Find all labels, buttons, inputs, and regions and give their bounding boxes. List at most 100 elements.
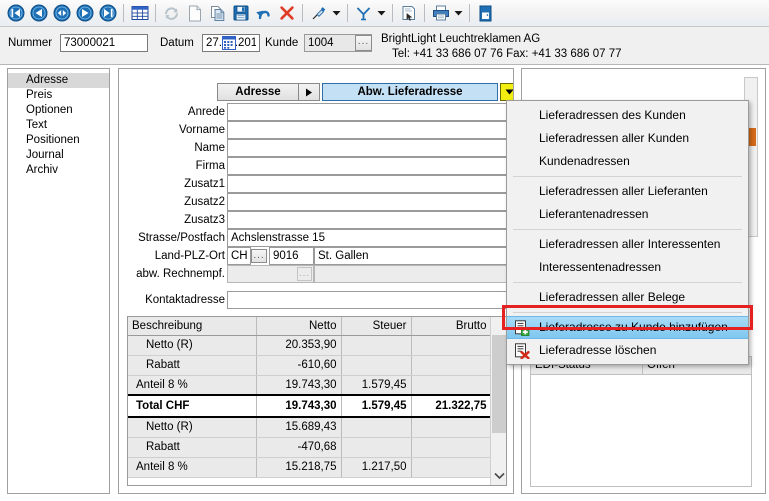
previous-record-button[interactable]	[27, 2, 50, 25]
table-row[interactable]: Anteil 8 % 19.743,30 1.579,45	[128, 375, 492, 396]
nav-prev-icon	[30, 4, 47, 22]
rechnempf-browse-button[interactable]: ...	[297, 267, 312, 281]
last-record-button[interactable]	[96, 2, 119, 25]
column-header-steuer[interactable]: Steuer	[341, 317, 412, 336]
sidebar-item-text[interactable]: Text	[8, 118, 109, 133]
print-dropdown-button[interactable]	[452, 2, 465, 25]
label-strasse-postfach: Strasse/Postfach	[138, 232, 225, 244]
menu-item-kundenadressen[interactable]: Kundenadressen	[507, 150, 748, 173]
input-vorname[interactable]	[227, 121, 507, 139]
first-record-button[interactable]	[4, 2, 27, 25]
exit-button[interactable]	[474, 2, 497, 25]
menu-item-interessentenadressen[interactable]: Interessentenadressen	[507, 256, 748, 279]
cell-beschreibung: Rabatt	[128, 355, 257, 376]
undo-arrow-icon	[256, 10, 270, 20]
table-row-total[interactable]: Total CHF 19.743,30 1.579,45 21.322,75	[128, 394, 492, 418]
nav-both-icon	[53, 4, 70, 22]
menu-item-lieferadressen-aller-lieferanten[interactable]: Lieferadressen aller Lieferanten	[507, 180, 748, 203]
tab-adresse[interactable]: Adresse	[217, 83, 299, 101]
sidebar-item-journal[interactable]: Journal	[8, 148, 109, 163]
list-view-button[interactable]	[128, 2, 151, 25]
filter-dropdown-button[interactable]	[375, 2, 388, 25]
copy-button[interactable]	[206, 2, 229, 25]
column-header-brutto[interactable]: Brutto	[411, 317, 492, 336]
column-header-beschreibung[interactable]: Beschreibung	[128, 317, 257, 336]
calendar-picker-button[interactable]	[222, 36, 236, 50]
pin-icon	[312, 6, 326, 19]
table-row[interactable]: Netto (R) 15.689,43	[128, 417, 492, 438]
sidebar-item-preis[interactable]: Preis	[8, 88, 109, 103]
input-firma[interactable]	[227, 157, 507, 175]
input-land[interactable]	[227, 247, 251, 265]
toggle-record-button[interactable]	[50, 2, 73, 25]
scroll-down-button[interactable]	[491, 467, 506, 485]
nummer-input[interactable]	[60, 34, 148, 52]
chevron-down-icon	[505, 89, 513, 95]
kunde-browse-button[interactable]: ...	[355, 35, 372, 51]
preview-button[interactable]	[397, 2, 420, 25]
next-record-button[interactable]	[73, 2, 96, 25]
input-anrede[interactable]	[227, 103, 507, 121]
input-abw-rechnempf-name[interactable]	[314, 265, 507, 283]
cell-steuer	[341, 355, 412, 376]
sidebar-item-optionen[interactable]: Optionen	[8, 103, 109, 118]
add-address-icon	[514, 319, 530, 336]
delete-button[interactable]	[275, 2, 298, 25]
sidebar-item-adresse[interactable]: Adresse	[8, 73, 109, 88]
input-strasse-postfach[interactable]	[227, 229, 507, 247]
print-button[interactable]	[429, 2, 452, 25]
label-abw-rechnempf: abw. Rechnempf.	[136, 268, 225, 280]
calendar-icon	[222, 36, 236, 50]
nav-next-icon	[76, 4, 93, 22]
pin-button[interactable]	[307, 2, 330, 25]
filter-button[interactable]	[352, 2, 375, 25]
undo-button[interactable]	[252, 2, 275, 25]
input-ort[interactable]	[314, 247, 507, 265]
input-zusatz1[interactable]	[227, 175, 507, 193]
new-button[interactable]	[183, 2, 206, 25]
table-row[interactable]: Rabatt -610,60	[128, 355, 492, 376]
sidebar-item-archiv[interactable]: Archiv	[8, 163, 109, 178]
input-name[interactable]	[227, 139, 507, 157]
cell-beschreibung: Anteil 8 %	[128, 457, 257, 478]
menu-item-lieferadresse-zu-kunde-hinzufuegen[interactable]: Lieferadresse zu Kunde hinzufügen	[507, 316, 748, 339]
table-row[interactable]: Netto (R) 20.353,90	[128, 335, 492, 356]
door-exit-icon	[479, 5, 492, 21]
menu-item-lieferadressen-aller-interessenten[interactable]: Lieferadressen aller Interessenten	[507, 233, 748, 256]
menu-item-lieferadresse-loeschen[interactable]: Lieferadresse löschen	[507, 339, 748, 362]
menu-item-lieferantenadressen[interactable]: Lieferantenadressen	[507, 203, 748, 226]
save-button[interactable]	[229, 2, 252, 25]
input-kontaktadresse[interactable]	[227, 291, 507, 309]
filter-funnel-icon	[356, 6, 371, 20]
label-zusatz2: Zusatz2	[184, 196, 225, 208]
cell-netto: 19.743,30	[256, 375, 342, 396]
menu-separator-3	[513, 282, 742, 283]
column-header-netto[interactable]: Netto	[256, 317, 342, 336]
cell-steuer: 1.217,50	[341, 457, 412, 478]
scrollbar-thumb[interactable]	[492, 335, 506, 433]
nummer-label: Nummer	[8, 37, 53, 49]
land-browse-button[interactable]: ...	[251, 249, 267, 263]
toolbar-separator-7	[469, 4, 470, 22]
input-zusatz2[interactable]	[227, 193, 507, 211]
address-panel: Adresse Abw. Lieferadresse Anrede Vornam…	[118, 68, 514, 494]
pin-dropdown-button[interactable]	[330, 2, 343, 25]
sidebar-item-positionen[interactable]: Positionen	[8, 133, 109, 148]
tab-abw-lieferadresse[interactable]: Abw. Lieferadresse	[322, 83, 498, 101]
input-plz[interactable]	[269, 247, 314, 265]
table-row[interactable]: Rabatt -470,68	[128, 437, 492, 458]
cell-brutto	[411, 355, 492, 376]
tab-next-button[interactable]	[299, 83, 320, 101]
table-row[interactable]: Anteil 8 % 15.218,75 1.217,50	[128, 457, 492, 478]
cell-netto: 19.743,30	[256, 394, 342, 418]
menu-item-lieferadressen-des-kunden[interactable]: Lieferadressen des Kunden	[507, 104, 748, 127]
menu-item-label: Lieferadresse löschen	[539, 343, 657, 357]
menu-item-lieferadressen-aller-belege[interactable]: Lieferadressen aller Belege	[507, 286, 748, 309]
menu-item-lieferadressen-aller-kunden[interactable]: Lieferadressen aller Kunden	[507, 127, 748, 150]
lieferadresse-dropdown-button[interactable]	[500, 83, 513, 101]
refresh-button[interactable]	[160, 2, 183, 25]
save-disk-icon	[233, 5, 248, 21]
totals-table-scrollbar[interactable]	[490, 317, 506, 485]
company-name: BrightLight Leuchtreklamen AG	[381, 33, 541, 45]
input-zusatz3[interactable]	[227, 211, 507, 229]
